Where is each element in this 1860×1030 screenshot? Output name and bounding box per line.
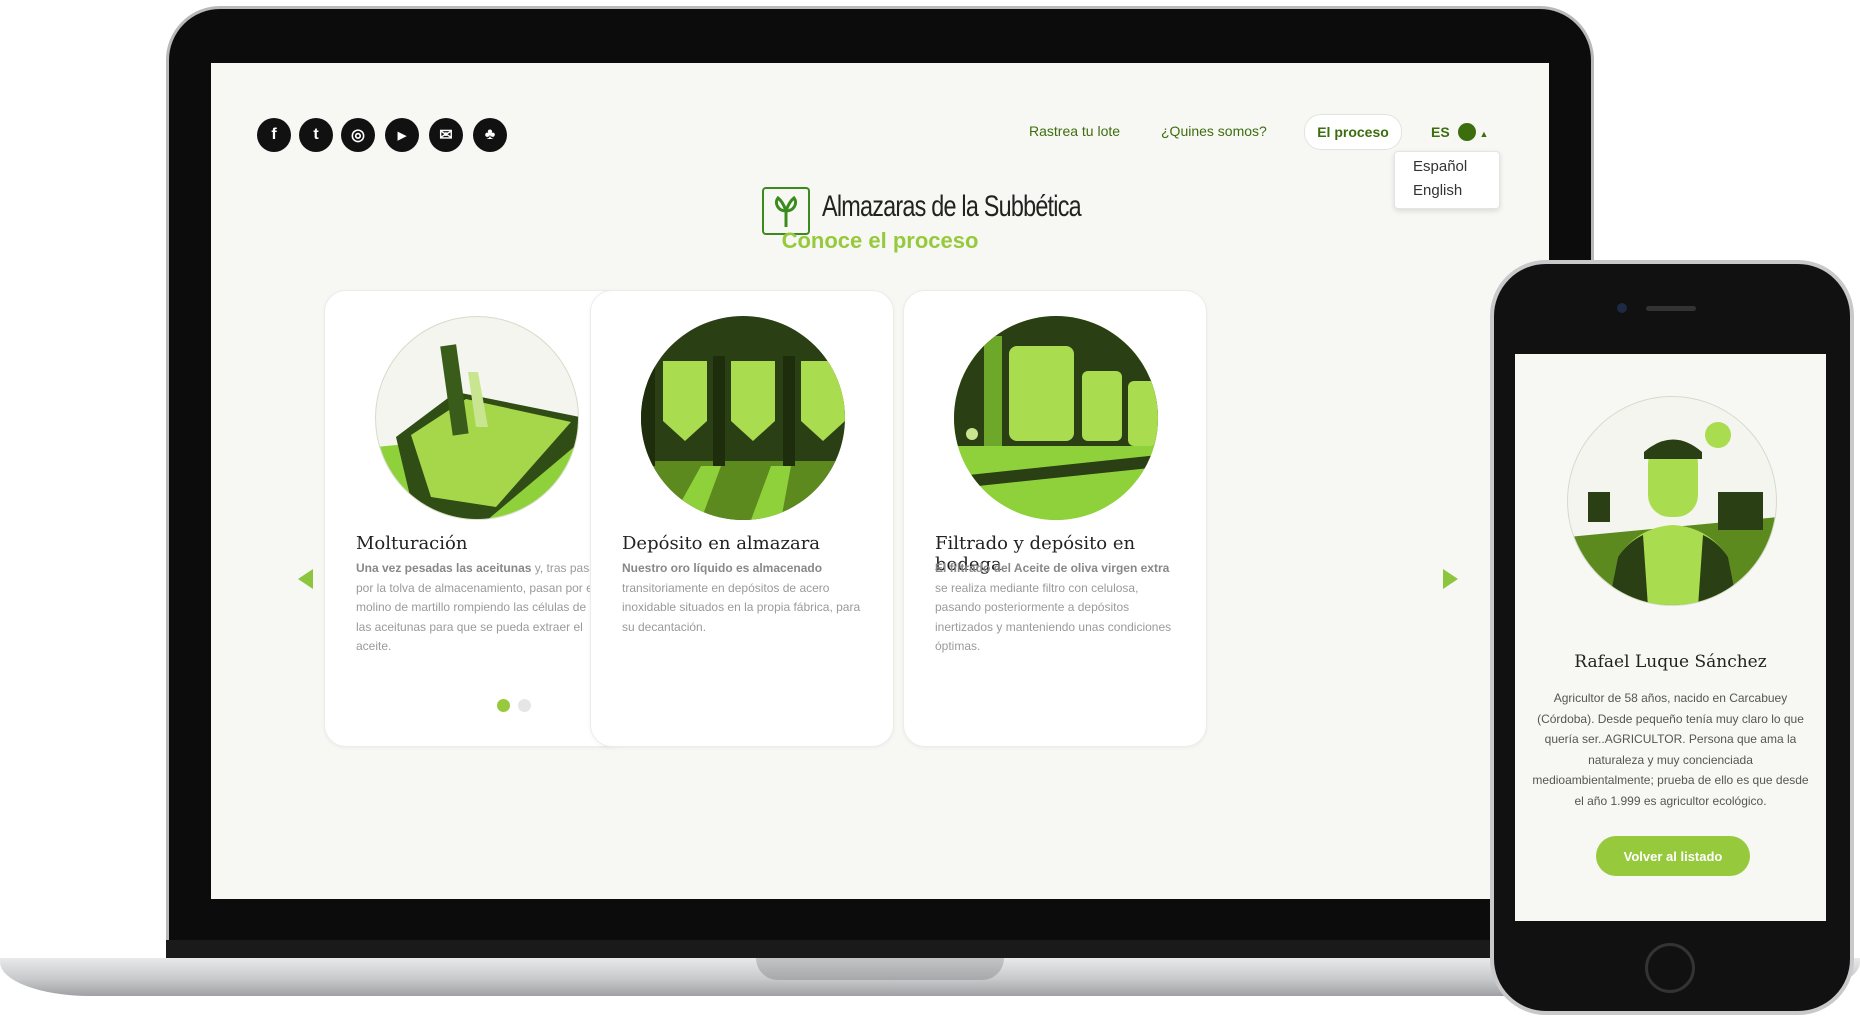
farmer-portrait: [1567, 396, 1777, 606]
nav-process-button[interactable]: El proceso: [1304, 114, 1402, 150]
section-title: Conoce el proceso: [781, 228, 979, 253]
phone-home-button: [1645, 943, 1695, 993]
process-card-deposito[interactable]: Depósito en almazara Nuestro oro líquido…: [590, 290, 894, 747]
back-to-list-button[interactable]: Volver al listado: [1596, 836, 1750, 876]
carousel-dot[interactable]: [518, 699, 531, 712]
card-description: El filtrado del Aceite de oliva virgen e…: [935, 561, 1172, 653]
card-title: Depósito en almazara: [622, 533, 821, 554]
logo-text[interactable]: Almazaras de la Subbética: [822, 190, 1082, 224]
tree-icon[interactable]: ♣: [473, 118, 507, 152]
youtube-icon[interactable]: ▶: [385, 118, 419, 152]
card-description: Nuestro oro líquido es almacenado transi…: [622, 561, 861, 634]
globe-icon: [1457, 123, 1476, 141]
person-bio: Agricultor de 58 años, nacido en Carcabu…: [1532, 691, 1809, 808]
laptop-notch: [756, 958, 1004, 980]
phone-screen: Rafael Luque Sánchez Agricultor de 58 añ…: [1515, 354, 1826, 921]
laptop-hinge: [166, 940, 1594, 960]
nav-trace-link[interactable]: Rastrea tu lote: [1029, 123, 1120, 139]
illustration-molturacion: [375, 316, 579, 520]
card-description: Una vez pesadas las aceitunas y, tras pa…: [356, 561, 600, 653]
card-title: Molturación: [356, 533, 468, 554]
nav-about-link[interactable]: ¿Quines somos?: [1161, 123, 1267, 139]
illustration-deposito: [641, 316, 845, 520]
person-name: Rafael Luque Sánchez: [1574, 652, 1767, 672]
instagram-icon[interactable]: ◎: [341, 118, 375, 152]
process-card-filtrado[interactable]: Filtrado y depósito en bodega El filtrad…: [903, 290, 1207, 747]
lang-option-en[interactable]: English: [1413, 182, 1462, 199]
twitter-icon[interactable]: t: [299, 118, 333, 152]
illustration-filtrado: [954, 316, 1158, 520]
caret-up-icon: ▲: [1479, 129, 1489, 139]
lang-option-es[interactable]: Español: [1413, 158, 1467, 175]
process-card-molturacion[interactable]: Molturación Una vez pesadas las aceituna…: [324, 290, 628, 747]
carousel-dot-active[interactable]: [497, 699, 510, 712]
carousel-next-arrow-icon[interactable]: [1443, 569, 1458, 589]
phone-speaker: [1646, 306, 1696, 311]
carousel-prev-arrow-icon[interactable]: [298, 569, 313, 589]
facebook-icon[interactable]: f: [257, 118, 291, 152]
email-icon[interactable]: ✉: [429, 118, 463, 152]
language-selector[interactable]: ES ▲: [1431, 123, 1488, 141]
laptop-screen: f t ◎ ▶ ✉ ♣ Rastrea tu lote ¿Quines somo…: [211, 63, 1549, 899]
phone-camera: [1617, 303, 1627, 313]
language-dropdown: Español English: [1394, 151, 1500, 209]
